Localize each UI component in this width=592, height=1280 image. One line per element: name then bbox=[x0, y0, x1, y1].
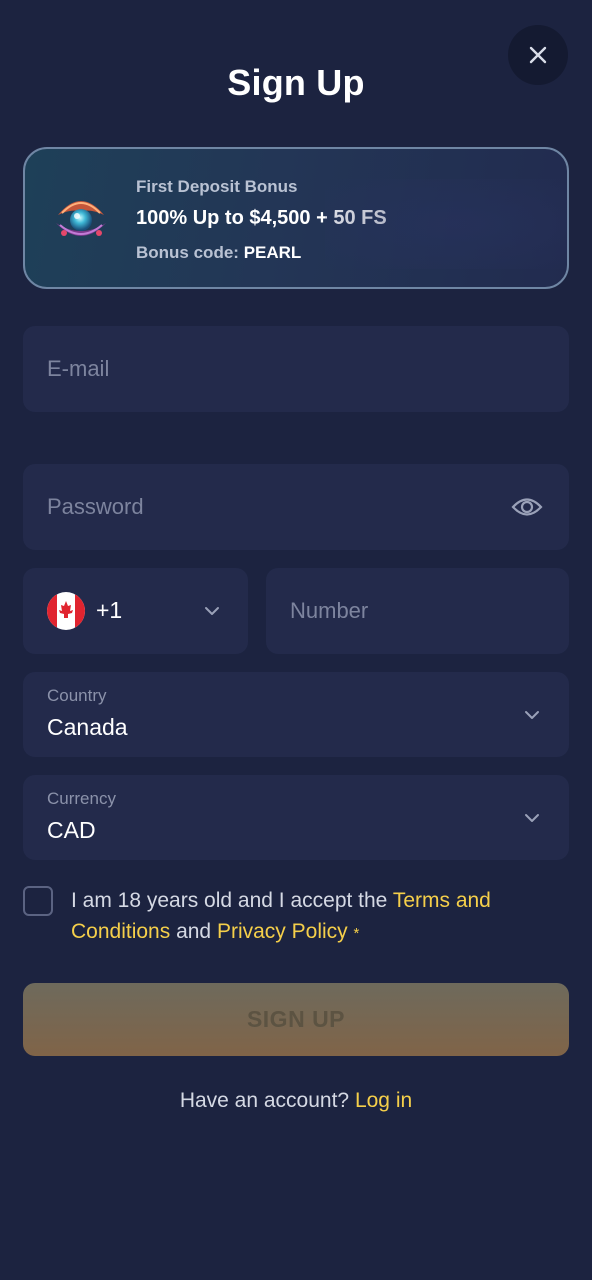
bonus-offer: 100% Up to $4,500 + 50 FS bbox=[136, 207, 387, 229]
login-link[interactable]: Log in bbox=[355, 1089, 412, 1112]
login-prompt: Have an account? Log in bbox=[0, 1089, 592, 1113]
country-value: Canada bbox=[47, 714, 128, 740]
currency-value: CAD bbox=[47, 817, 96, 843]
password-field[interactable]: Password bbox=[23, 464, 569, 550]
chevron-down-icon bbox=[525, 711, 539, 719]
chevron-down-icon bbox=[525, 814, 539, 822]
canada-flag-icon bbox=[47, 592, 85, 630]
country-select[interactable]: Country Canada bbox=[23, 672, 569, 757]
dial-code: +1 bbox=[96, 597, 123, 623]
pearl-shell-icon bbox=[56, 201, 106, 236]
bonus-code-value: PEARL bbox=[243, 243, 302, 262]
signup-page: Sign Up First Deposit Bonus 100% Up to $… bbox=[0, 0, 592, 1280]
phone-number-field[interactable]: Number bbox=[266, 568, 569, 654]
phone-country-select[interactable]: +1 bbox=[23, 568, 248, 654]
page-title: Sign Up bbox=[227, 62, 365, 103]
have-account-text: Have an account? bbox=[179, 1089, 350, 1112]
terms-text-before: I am 18 years old and I accept the bbox=[71, 889, 393, 912]
bonus-code-label: Bonus code: bbox=[136, 243, 239, 262]
bonus-code: Bonus code: PEARL bbox=[136, 243, 301, 263]
chevron-down-icon bbox=[205, 607, 219, 615]
privacy-link[interactable]: Privacy Policy bbox=[217, 920, 348, 943]
bonus-kicker: First Deposit Bonus bbox=[136, 177, 298, 196]
number-placeholder: Number bbox=[290, 598, 369, 623]
bonus-card: First Deposit Bonus 100% Up to $4,500 + … bbox=[23, 147, 569, 289]
terms-text-middle: and bbox=[170, 920, 217, 943]
eye-icon[interactable] bbox=[511, 494, 543, 520]
country-label: Country bbox=[47, 686, 107, 705]
required-mark: * bbox=[353, 925, 360, 942]
currency-label: Currency bbox=[47, 789, 116, 808]
signup-button[interactable]: SIGN UP bbox=[23, 983, 569, 1056]
email-placeholder: E-mail bbox=[47, 356, 110, 381]
password-placeholder: Password bbox=[47, 494, 144, 519]
terms-text: I am 18 years old and I accept the Terms… bbox=[71, 885, 541, 949]
terms-checkbox[interactable] bbox=[23, 886, 53, 916]
currency-select[interactable]: Currency CAD bbox=[23, 775, 569, 860]
email-field[interactable]: E-mail bbox=[23, 326, 569, 412]
